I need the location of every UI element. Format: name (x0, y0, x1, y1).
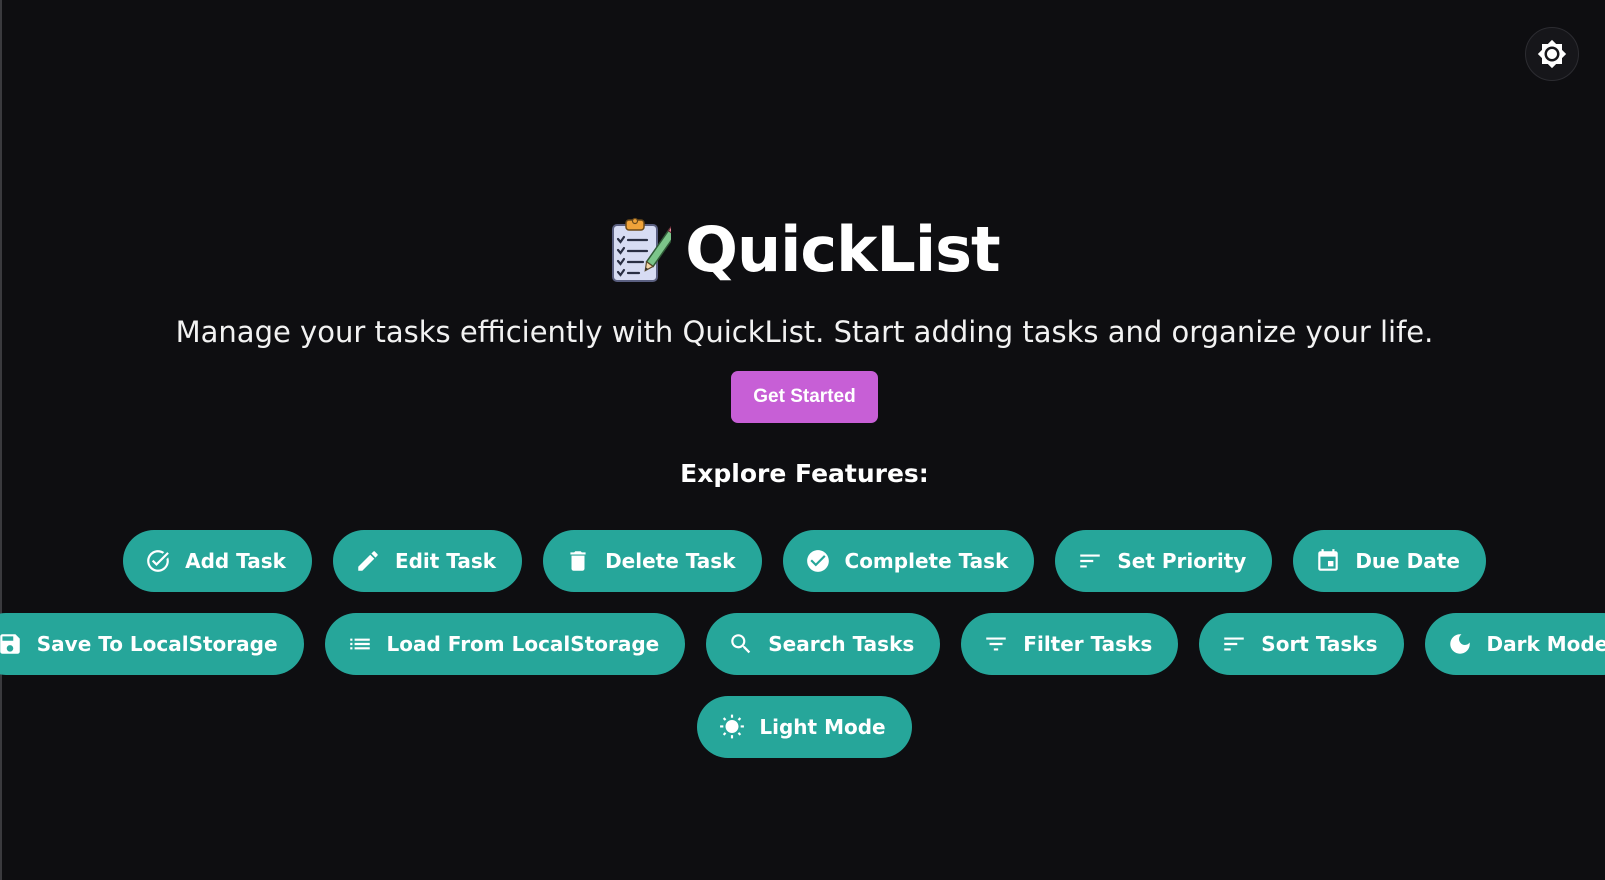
feature-edit-task[interactable]: Edit Task (332, 530, 523, 592)
page: QuickList Manage your tasks efficiently … (0, 0, 1605, 880)
feature-label: Add Task (185, 549, 286, 573)
explore-features-heading: Explore Features: (680, 459, 929, 488)
features-row-3: Light Mode (2, 696, 1605, 758)
sort-lines-icon (1080, 554, 1101, 568)
feature-label: Complete Task (844, 549, 1009, 573)
feature-sort-tasks[interactable]: Sort Tasks (1199, 613, 1404, 675)
get-started-button[interactable]: Get Started (731, 371, 878, 423)
feature-delete-task[interactable]: Delete Task (543, 530, 762, 592)
feature-label: Due Date (1355, 549, 1460, 573)
feature-label: Load From LocalStorage (386, 632, 660, 656)
pencil-icon (358, 551, 378, 571)
search-icon (731, 634, 751, 654)
app-subtitle: Manage your tasks efficiently with Quick… (175, 315, 1434, 349)
features-row-1: Add Task Edit Task Delete Task Complete … (2, 530, 1605, 592)
list-icon (349, 638, 370, 650)
sun-icon (720, 714, 745, 739)
feature-light-mode[interactable]: Light Mode (697, 696, 912, 758)
feature-filter-tasks[interactable]: Filter Tasks (961, 613, 1179, 675)
feature-save-localstorage[interactable]: Save To LocalStorage (0, 613, 304, 675)
feature-label: Delete Task (605, 549, 736, 573)
feature-load-localstorage[interactable]: Load From LocalStorage (324, 613, 686, 675)
feature-complete-task[interactable]: Complete Task (782, 530, 1035, 592)
moon-icon (1449, 634, 1470, 654)
brightness-icon (1537, 39, 1567, 69)
filter-icon (986, 637, 1007, 651)
feature-label: Edit Task (394, 549, 497, 573)
feature-dark-mode[interactable]: Dark Mode (1424, 613, 1605, 675)
feature-due-date[interactable]: Due Date (1293, 530, 1486, 592)
feature-label: Save To LocalStorage (36, 632, 278, 656)
hero-section: QuickList Manage your tasks efficiently … (2, 210, 1605, 486)
feature-set-priority[interactable]: Set Priority (1055, 530, 1273, 592)
feature-label: Light Mode (759, 715, 886, 739)
save-icon (0, 634, 20, 654)
feature-label: Sort Tasks (1261, 632, 1378, 656)
feature-label: Set Priority (1117, 549, 1247, 573)
calendar-icon (1318, 549, 1339, 571)
check-filled-icon (806, 550, 829, 572)
feature-add-task[interactable]: Add Task (123, 530, 312, 592)
app-title: QuickList (685, 213, 1000, 286)
theme-toggle-button[interactable] (1525, 27, 1579, 81)
title-row: QuickList (2, 210, 1605, 290)
trash-icon (570, 551, 586, 571)
feature-search-tasks[interactable]: Search Tasks (706, 613, 941, 675)
check-circle-icon (147, 550, 169, 572)
feature-label: Dark Mode (1486, 632, 1605, 656)
features-list: Add Task Edit Task Delete Task Complete … (0, 530, 1605, 779)
feature-label: Filter Tasks (1023, 632, 1153, 656)
feature-label: Search Tasks (768, 632, 915, 656)
clipboard-checklist-icon (612, 217, 672, 282)
features-row-2: Save To LocalStorage Load From LocalStor… (0, 613, 1605, 675)
sort-lines-icon (1224, 637, 1245, 651)
